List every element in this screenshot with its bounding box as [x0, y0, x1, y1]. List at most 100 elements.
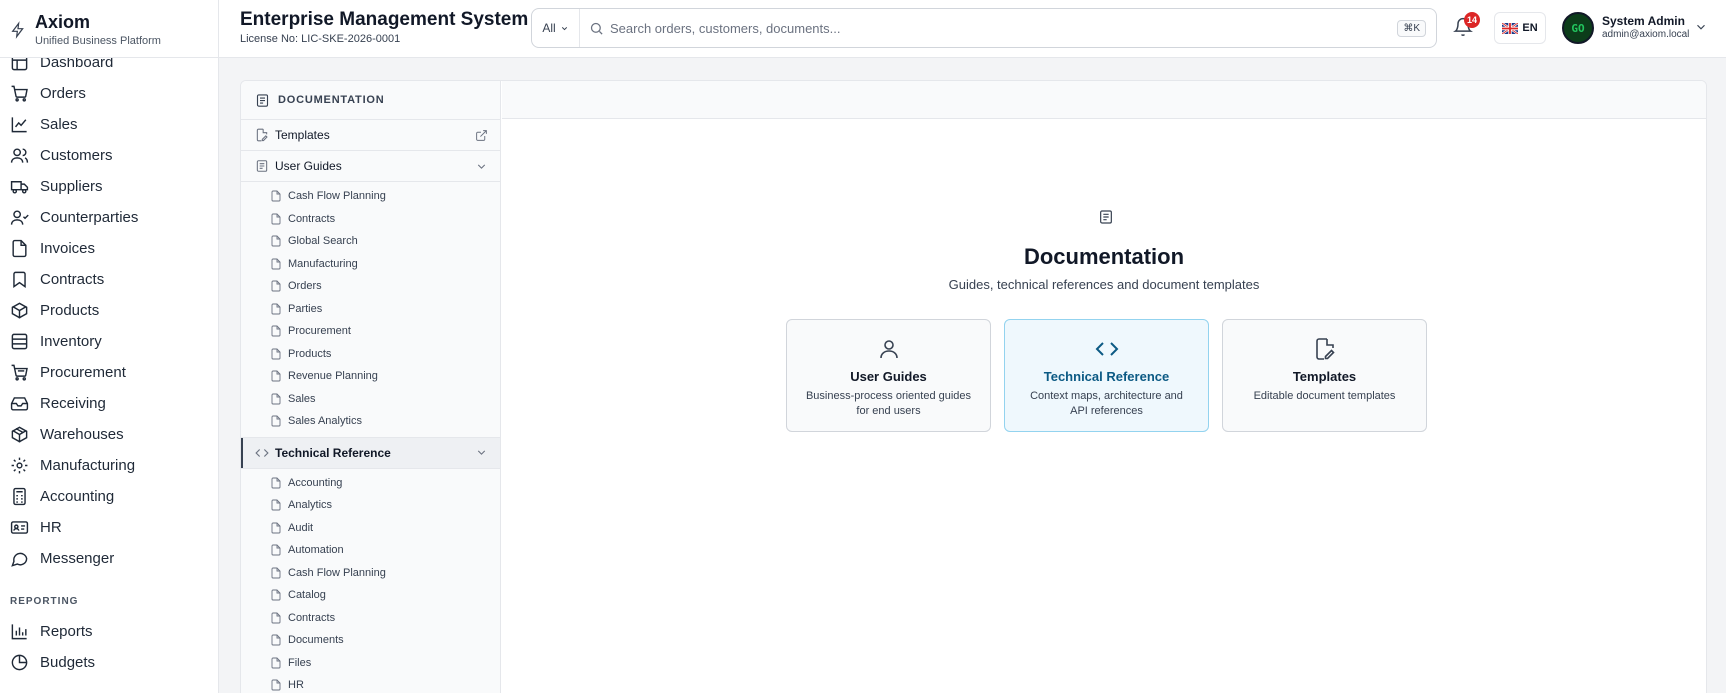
- doc-leaf-item[interactable]: Cash Flow Planning: [241, 562, 500, 585]
- main-nav: Dashboard Orders Sales Customers Supplie…: [0, 47, 218, 678]
- sidebar-item-orders[interactable]: Orders: [0, 78, 218, 109]
- doc-leaf-item[interactable]: Documents: [241, 629, 500, 652]
- documentation-subtitle: Guides, technical references and documen…: [948, 277, 1260, 292]
- sidebar-item-reports[interactable]: Reports: [0, 616, 218, 647]
- doc-leaf-item[interactable]: Accounting: [241, 472, 500, 495]
- chat-icon: [11, 552, 28, 567]
- language-code: EN: [1522, 22, 1538, 34]
- doc-leaf-label: Parties: [288, 302, 323, 315]
- sidebar-item-warehouses[interactable]: Warehouses: [0, 419, 218, 450]
- language-selector[interactable]: EN: [1494, 12, 1546, 44]
- id-card-icon: [10, 521, 29, 534]
- user-guides-list: Cash Flow Planning Contracts Global Search…: [241, 182, 500, 438]
- file-icon: [271, 370, 281, 382]
- documentation-panel: DOCUMENTATION Templates User Guides Cash…: [240, 80, 1707, 693]
- chevron-down-icon[interactable]: [1694, 20, 1708, 34]
- doc-leaf-item[interactable]: Contracts: [241, 208, 500, 231]
- doc-leaf-label: Analytics: [288, 499, 333, 512]
- sidebar-item-label: Procurement: [40, 364, 126, 381]
- doc-leaf-label: Global Search: [288, 235, 358, 248]
- doc-leaf-item[interactable]: Manufacturing: [241, 253, 500, 276]
- file-icon: [271, 393, 281, 405]
- page-title: Enterprise Management System: [240, 9, 529, 30]
- sidebar-item-suppliers[interactable]: Suppliers: [0, 171, 218, 202]
- doc-leaf-item[interactable]: Global Search: [241, 230, 500, 253]
- doc-leaf-item[interactable]: Sales Analytics: [241, 410, 500, 433]
- doc-leaf-item[interactable]: Automation: [241, 539, 500, 562]
- doc-leaf-item[interactable]: Contracts: [241, 607, 500, 630]
- sidebar-item-invoices[interactable]: Invoices: [0, 233, 218, 264]
- sidebar-item-procurement[interactable]: Procurement: [0, 357, 218, 388]
- search-input[interactable]: [610, 20, 1398, 36]
- sidebar-item-label: Receiving: [40, 395, 106, 412]
- doc-nav-label: User Guides: [275, 159, 342, 173]
- card-title: Templates: [1292, 369, 1357, 384]
- file-icon: [271, 415, 281, 427]
- sidebar-item-manufacturing[interactable]: Manufacturing: [0, 450, 218, 481]
- doc-leaf-label: HR: [288, 679, 304, 692]
- file-icon: [271, 544, 281, 556]
- sidebar-item-messenger[interactable]: Messenger: [0, 543, 218, 574]
- sidebar-item-label: Sales: [40, 116, 78, 133]
- doc-nav-user-guides[interactable]: User Guides: [241, 151, 500, 182]
- sidebar-item-products[interactable]: Products: [0, 295, 218, 326]
- file-icon: [271, 522, 281, 534]
- doc-leaf-item[interactable]: Products: [241, 343, 500, 366]
- sidebar-item-receiving[interactable]: Receiving: [0, 388, 218, 419]
- trend-icon: [11, 117, 27, 133]
- doc-leaf-item[interactable]: Sales: [241, 388, 500, 411]
- brand-title: Axiom: [35, 12, 91, 32]
- doc-nav-technical-reference[interactable]: Technical Reference: [241, 437, 500, 469]
- doc-leaf-item[interactable]: Revenue Planning: [241, 365, 500, 388]
- bolt-icon: [11, 21, 24, 39]
- doc-leaf-item[interactable]: Files: [241, 652, 500, 675]
- doc-leaf-item[interactable]: Catalog: [241, 584, 500, 607]
- chevron-down-icon[interactable]: [475, 160, 488, 173]
- file-edit-icon: [256, 128, 268, 142]
- doc-leaf-item[interactable]: Orders: [241, 275, 500, 298]
- doc-leaf-label: Sales Analytics: [288, 415, 362, 428]
- file-icon: [271, 348, 281, 360]
- doc-leaf-item[interactable]: Cash Flow Planning: [241, 185, 500, 208]
- sidebar-item-customers[interactable]: Customers: [0, 140, 218, 171]
- document-icon: [256, 160, 268, 172]
- doc-leaf-label: Procurement: [288, 325, 351, 338]
- sidebar-item-hr[interactable]: HR: [0, 512, 218, 543]
- sidebar-item-counterparties[interactable]: Counterparties: [0, 202, 218, 233]
- doc-leaf-label: Cash Flow Planning: [288, 190, 386, 203]
- sidebar-item-label: Reports: [40, 623, 93, 640]
- truck-icon: [10, 181, 29, 194]
- doc-nav-templates[interactable]: Templates: [241, 120, 500, 151]
- file-icon: [271, 567, 281, 579]
- card-templates[interactable]: Templates Editable document templates: [1222, 319, 1427, 432]
- database-icon: [11, 333, 28, 350]
- chevron-down-icon[interactable]: [475, 446, 488, 459]
- file-icon: [271, 190, 281, 202]
- file-icon: [271, 499, 281, 511]
- sidebar-item-inventory[interactable]: Inventory: [0, 326, 218, 357]
- bar-chart-icon: [11, 624, 27, 640]
- sidebar-item-label: Budgets: [40, 654, 96, 671]
- doc-leaf-item[interactable]: HR: [241, 674, 500, 693]
- sidebar-item-accounting[interactable]: Accounting: [0, 481, 218, 512]
- user-name[interactable]: System Admin: [1602, 14, 1685, 28]
- card-title: User Guides: [850, 369, 927, 384]
- sidebar-item-budgets[interactable]: Budgets: [0, 647, 218, 678]
- brand[interactable]: Axiom Unified Business Platform: [0, 0, 218, 58]
- file-edit-icon: [1315, 338, 1335, 360]
- search-scope-select[interactable]: All: [532, 9, 580, 47]
- cog-icon: [11, 457, 28, 474]
- card-technical-reference[interactable]: Technical Reference Context maps, archit…: [1004, 319, 1209, 432]
- global-search: All ⌘K: [531, 8, 1437, 48]
- sidebar-item-sales[interactable]: Sales: [0, 109, 218, 140]
- doc-leaf-item[interactable]: Parties: [241, 298, 500, 321]
- doc-leaf-item[interactable]: Analytics: [241, 494, 500, 517]
- card-user-guides[interactable]: User Guides Business-process oriented gu…: [786, 319, 991, 432]
- doc-leaf-item[interactable]: Audit: [241, 517, 500, 540]
- avatar[interactable]: GO: [1562, 12, 1594, 44]
- doc-leaf-item[interactable]: Procurement: [241, 320, 500, 343]
- external-link-icon[interactable]: [475, 129, 488, 142]
- sidebar-item-contracts[interactable]: Contracts: [0, 264, 218, 295]
- file-icon: [271, 477, 281, 489]
- shopping-cart-icon: [11, 364, 28, 381]
